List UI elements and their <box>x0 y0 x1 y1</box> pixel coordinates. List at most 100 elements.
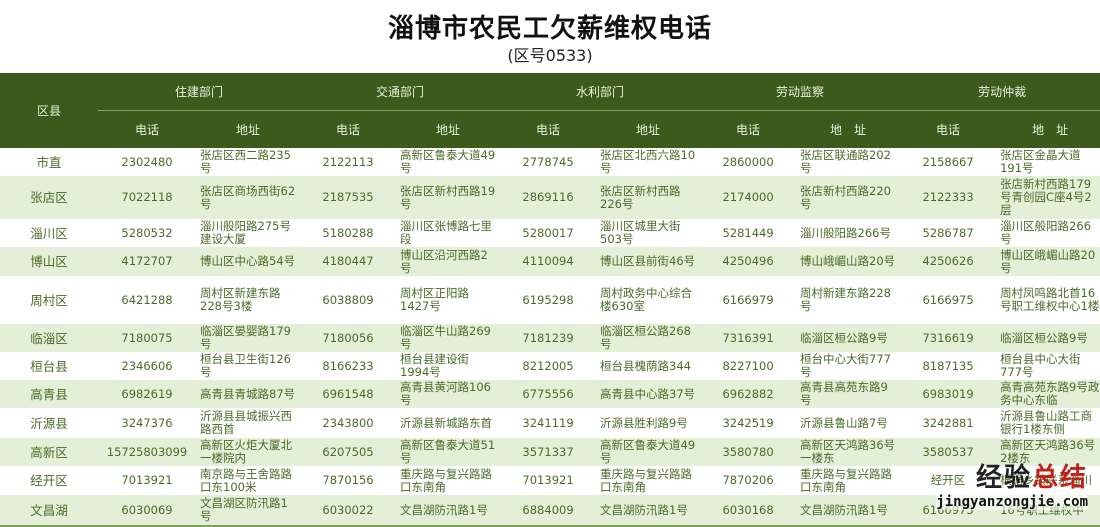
address-header: 地址 <box>196 110 301 148</box>
address-cell: 桓台县卫生街126号 <box>196 352 301 380</box>
phone-cell: 6983019 <box>900 380 997 408</box>
table-row: 经开区 7013921 南京路与王舍路路口东100米 7870156 重庆路与复兴路路口… <box>0 466 1100 495</box>
phone-cell: 3242881 <box>900 408 997 438</box>
address-cell: 周村凤鸣路北首16号职工维权中心1楼 <box>996 276 1100 324</box>
phone-cell: 3580537 <box>900 438 997 466</box>
table-row: 淄川区 5280532 淄川般阳路275号建设大厦 5180288 淄川区张博路七里段 5… <box>0 219 1100 247</box>
address-cell: 周村政务中心综合楼630室 <box>596 276 701 324</box>
address-cell: 高新区鲁泰大道49号 <box>596 438 701 466</box>
address-cell: 张店区联通路202号 <box>796 148 901 176</box>
address-cell: 重庆路与复兴路路口东南角 <box>596 466 701 495</box>
address-cell: 沂源县鲁山路7号 <box>796 408 901 438</box>
phone-cell: 6884009 <box>500 495 597 526</box>
table-row: 桓台县 2346606 桓台县卫生街126号 8166233 桓台县建设街1994号 82… <box>0 352 1100 380</box>
county-cell: 博山区 <box>0 247 98 276</box>
phone-cell: 5180288 <box>300 219 397 247</box>
phone-cell: 2187535 <box>300 176 397 219</box>
phone-cell: 5281449 <box>700 219 797 247</box>
phone-cell: 7180056 <box>300 324 397 352</box>
phone-cell: 6166975 <box>900 495 997 526</box>
address-cell: 南京路与王舍路路口东100米 <box>196 466 301 495</box>
address-cell: 文昌湖防汛路1号 <box>796 495 901 526</box>
address-cell: 博山区沿河西路2号 <box>396 247 501 276</box>
address-cell: 高青县高苑东路9号 <box>796 380 901 408</box>
county-cell: 淄川区 <box>0 219 98 247</box>
address-cell: 周村区正阳路1427号 <box>396 276 501 324</box>
phone-cell: 7013921 <box>500 466 597 495</box>
county-cell: 市直 <box>0 148 98 176</box>
phone-cell: 6195298 <box>500 276 597 324</box>
phone-cell: 6030022 <box>300 495 397 526</box>
table-row: 高青县 6982619 高青县青城路87号 6961548 高青县黄河路106号 6775… <box>0 380 1100 408</box>
phone-cell: 7022118 <box>98 176 196 219</box>
area-code-subtitle: (区号0533) <box>507 46 593 65</box>
phone-cell: 8212005 <box>500 352 597 380</box>
address-cell: 高新区鲁泰大道51号 <box>396 438 501 466</box>
address-cell: 张店区新村西路19号 <box>396 176 501 219</box>
phone-cell: 2346606 <box>98 352 196 380</box>
phone-cell: 7013921 <box>98 466 196 495</box>
phone-cell: 2174000 <box>700 176 797 219</box>
phone-cell: 6962882 <box>700 380 797 408</box>
phone-header: 电话 <box>900 110 997 148</box>
phone-cell: 4180447 <box>300 247 397 276</box>
phone-cell: 8227100 <box>700 352 797 380</box>
address-cell: 淄川区张博路七里段 <box>396 219 501 247</box>
table-row: 市直 2302480 张店区西二路235号 2122113 高新区鲁泰大道49号 2778… <box>0 148 1100 176</box>
phone-cell: 7870206 <box>700 466 797 495</box>
phone-cell: 3247376 <box>98 408 196 438</box>
address-cell: 沂源县县城振兴西路西首 <box>196 408 301 438</box>
phone-cell: 7180075 <box>98 324 196 352</box>
address-cell: 淄川般阳路266号 <box>796 219 901 247</box>
address-cell: 临淄区牛山路269号 <box>396 324 501 352</box>
phone-cell: 4250496 <box>700 247 797 276</box>
address-header: 地址 <box>596 110 701 148</box>
phone-cell: 2860000 <box>700 148 797 176</box>
table-row: 张店区 7022118 张店区商场西街62号 2187535 张店区新村西路19号 286… <box>0 176 1100 219</box>
phone-header: 电话 <box>500 110 597 148</box>
address-cell: 沂源县鲁山路工商银行1楼东侧 <box>996 408 1100 438</box>
address-cell: 张店新村西路179号青创园C座4号2层 <box>996 176 1100 219</box>
address-cell: 张店区西二路235号 <box>196 148 301 176</box>
phone-cell: 5286787 <box>900 219 997 247</box>
county-cell: 桓台县 <box>0 352 98 380</box>
address-cell: 高新区天鸿路36号2楼东 <box>996 438 1100 466</box>
table-row: 文昌湖 6030069 文昌湖区防汛路1号 6030022 文昌湖防汛路1号 688400… <box>0 495 1100 526</box>
address-cell: 临淄区桓公路268号 <box>596 324 701 352</box>
county-cell: 文昌湖 <box>0 495 98 526</box>
address-cell: 博山区县前街46号 <box>596 247 701 276</box>
address-cell: 高青县黄河路106号 <box>396 380 501 408</box>
phone-cell: 经开区 <box>900 466 997 495</box>
address-cell: 博山峨嵋山路20号 <box>796 247 901 276</box>
address-cell: 张店区新村西路226号 <box>596 176 701 219</box>
address-header: 地址 <box>396 110 501 148</box>
address-cell: 淄川般阳路275号建设大厦 <box>196 219 301 247</box>
phone-cell: 2302480 <box>98 148 196 176</box>
phone-cell: 6166975 <box>900 276 997 324</box>
phone-cell: 8166233 <box>300 352 397 380</box>
phone-cell: 2778745 <box>500 148 597 176</box>
county-cell: 临淄区 <box>0 324 98 352</box>
phone-cell: 15725803099 <box>98 438 196 466</box>
phone-cell: 3571337 <box>500 438 597 466</box>
phone-header: 电话 <box>700 110 797 148</box>
phone-cell: 2122333 <box>900 176 997 219</box>
phone-cell: 2869116 <box>500 176 597 219</box>
county-cell: 沂源县 <box>0 408 98 438</box>
address-cell: 周村区新建东路228号3楼 <box>196 276 301 324</box>
hotline-table: 区县 住建部门 交通部门 水利部门 劳动监察 劳动仲裁 电话 地址 电话 地址 电话 地址 电话地 … <box>0 73 1100 527</box>
address-cell: 临淄区晏婴路179号 <box>196 324 301 352</box>
address-cell: 文昌湖区防汛路1号 <box>196 495 301 526</box>
address-cell: 博山区中心路54号 <box>196 247 301 276</box>
address-cell: 张店区商场西街62号 <box>196 176 301 219</box>
phone-cell: 3242519 <box>700 408 797 438</box>
county-cell: 周村区 <box>0 276 98 324</box>
county-header: 区县 <box>0 73 98 148</box>
phone-cell: 8187135 <box>900 352 997 380</box>
table-row: 高新区 15725803099 高新区火炬大厦北一楼院内 6207505 高新区鲁泰大道… <box>0 438 1100 466</box>
phone-cell: 6166979 <box>700 276 797 324</box>
phone-cell: 7316619 <box>900 324 997 352</box>
phone-header: 电话 <box>98 110 196 148</box>
address-cell: 张店新村西路220号 <box>796 176 901 219</box>
department-header: 劳动监察 <box>700 73 901 111</box>
